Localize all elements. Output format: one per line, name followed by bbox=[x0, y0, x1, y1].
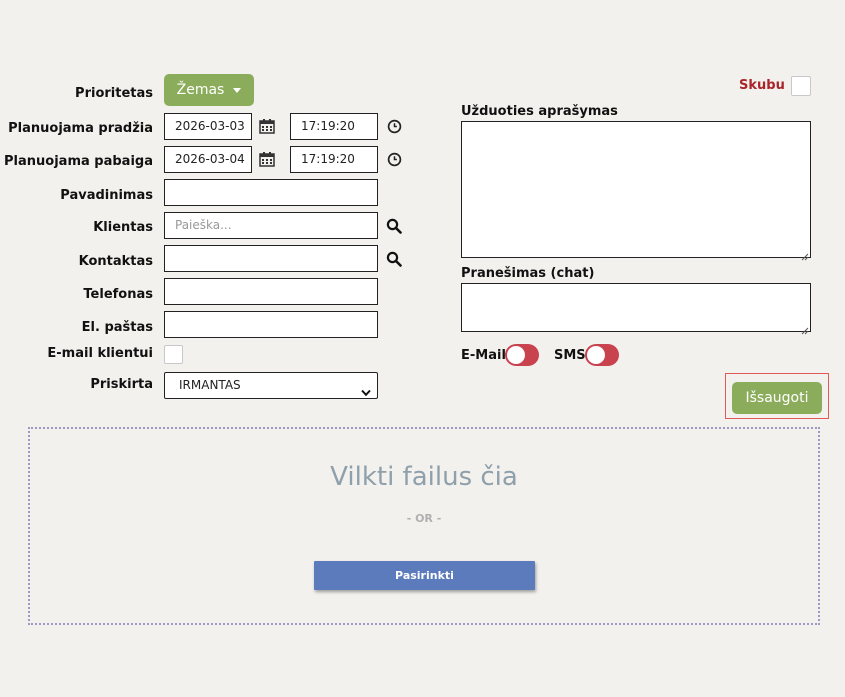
start-time-input[interactable]: 17:19:20 bbox=[290, 113, 378, 140]
chevron-down-icon bbox=[361, 381, 371, 398]
phone-label: Telefonas bbox=[83, 287, 153, 302]
toggle-knob bbox=[587, 346, 605, 364]
email-toggle-label: E-Mail bbox=[461, 348, 506, 363]
assigned-value: IRMANTAS bbox=[179, 378, 241, 392]
priority-dropdown[interactable]: Žemas bbox=[164, 74, 254, 106]
chat-textarea[interactable] bbox=[461, 283, 811, 335]
priority-label: Prioritetas bbox=[75, 86, 153, 101]
email-toggle[interactable] bbox=[505, 344, 539, 366]
name-input[interactable] bbox=[164, 179, 378, 206]
clock-icon[interactable] bbox=[385, 117, 403, 135]
contact-label: Kontaktas bbox=[78, 254, 153, 269]
dropzone-or: - OR - bbox=[406, 512, 442, 525]
assigned-select[interactable]: IRMANTAS bbox=[164, 372, 378, 399]
name-label: Pavadinimas bbox=[60, 188, 153, 203]
start-date-input[interactable]: 2026-03-03 bbox=[164, 113, 252, 140]
client-search-input[interactable]: Paieška... bbox=[164, 212, 378, 239]
task-description-label: Užduoties aprašymas bbox=[461, 104, 618, 119]
chat-label: Pranešimas (chat) bbox=[461, 266, 595, 281]
end-date-input[interactable]: 2026-03-04 bbox=[164, 146, 252, 173]
search-icon[interactable] bbox=[385, 250, 403, 268]
email-input[interactable] bbox=[164, 311, 378, 338]
sms-toggle-label: SMS bbox=[554, 348, 586, 363]
save-button[interactable]: Išsaugoti bbox=[732, 382, 822, 414]
choose-files-button[interactable]: Pasirinkti bbox=[314, 561, 535, 590]
resize-handle-icon[interactable] bbox=[801, 322, 809, 335]
calendar-icon[interactable] bbox=[258, 150, 276, 168]
assigned-label: Priskirta bbox=[90, 377, 153, 392]
urgent-checkbox[interactable] bbox=[791, 76, 811, 96]
file-dropzone[interactable] bbox=[28, 427, 820, 625]
email-client-checkbox[interactable] bbox=[164, 345, 183, 364]
dropzone-title: Vilkti failus čia bbox=[330, 462, 518, 492]
email-label: El. paštas bbox=[81, 320, 153, 335]
start-label: Planuojama pradžia bbox=[8, 121, 153, 136]
contact-input[interactable] bbox=[164, 245, 378, 272]
calendar-icon[interactable] bbox=[258, 117, 276, 135]
client-label: Klientas bbox=[93, 220, 153, 235]
search-icon[interactable] bbox=[385, 217, 403, 235]
priority-value: Žemas bbox=[176, 82, 225, 98]
phone-input[interactable] bbox=[164, 278, 378, 305]
email-client-label: E-mail klientui bbox=[47, 346, 153, 361]
end-label: Planuojama pabaiga bbox=[4, 154, 153, 169]
urgent-label: Skubu ! bbox=[739, 78, 796, 93]
end-time-input[interactable]: 17:19:20 bbox=[290, 146, 378, 173]
caret-down-icon bbox=[233, 87, 242, 93]
sms-toggle[interactable] bbox=[585, 344, 619, 366]
task-description-textarea[interactable] bbox=[461, 121, 811, 261]
resize-handle-icon[interactable] bbox=[801, 248, 809, 261]
clock-icon[interactable] bbox=[385, 150, 403, 168]
toggle-knob bbox=[507, 346, 525, 364]
